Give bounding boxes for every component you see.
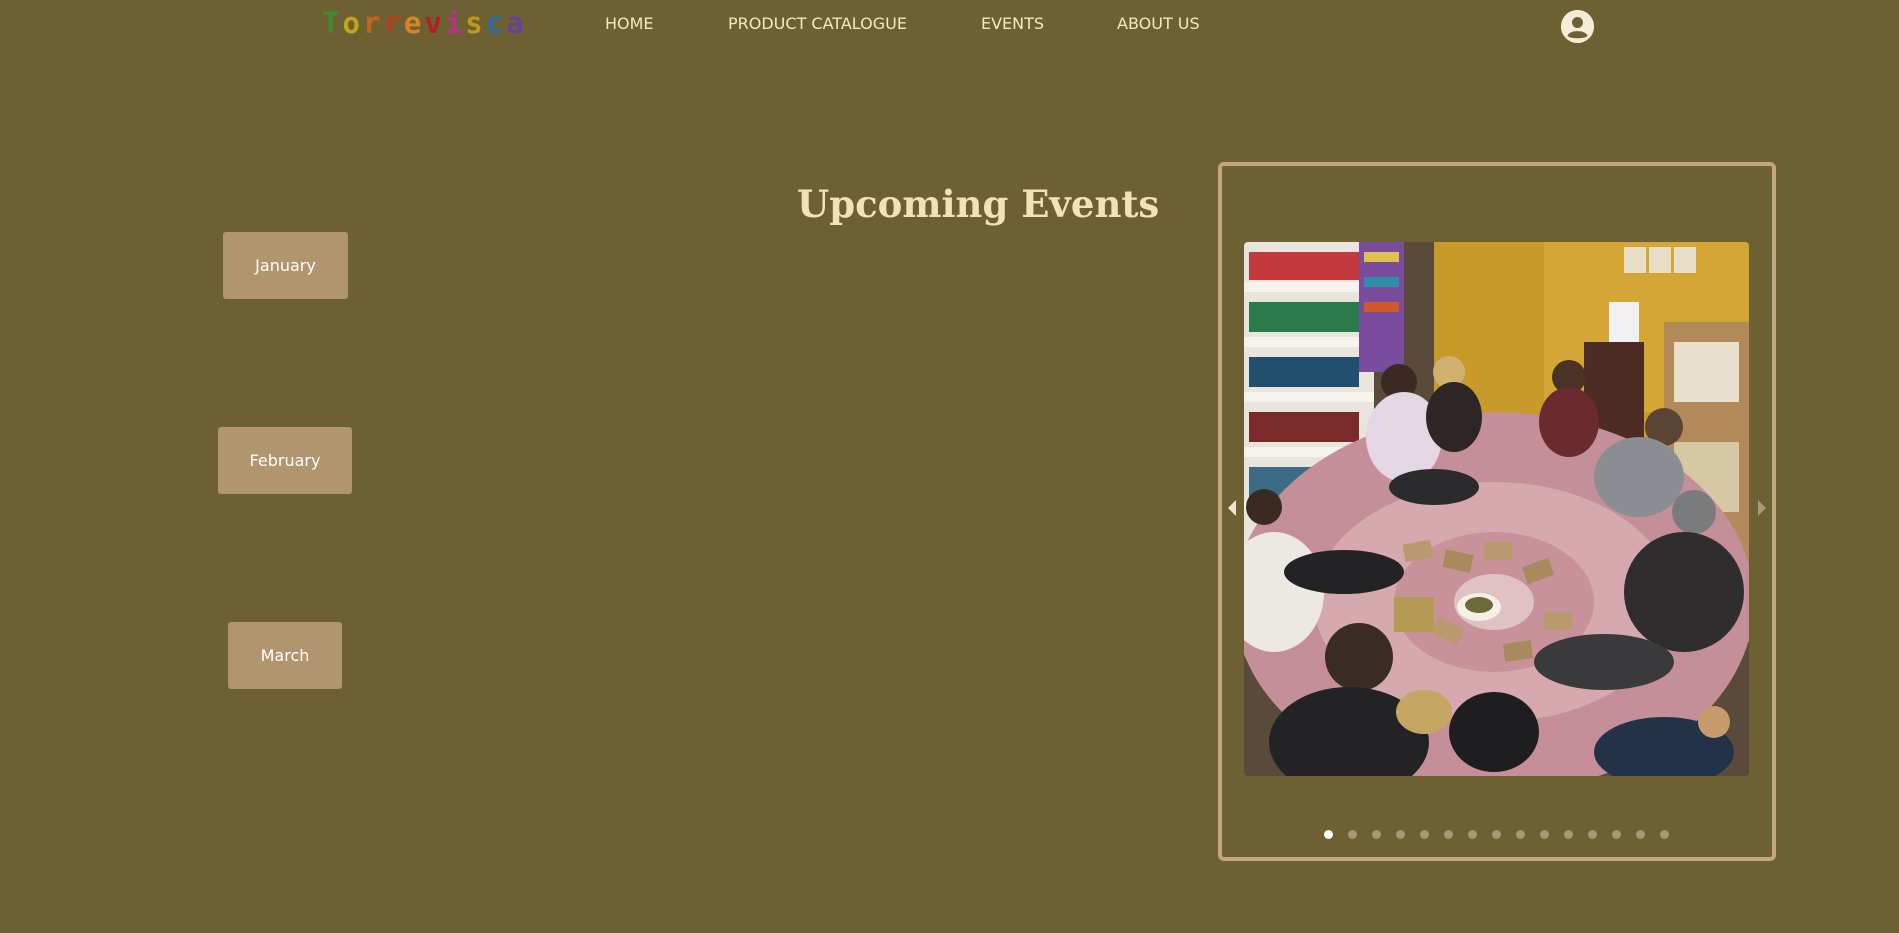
logo-letter: e — [403, 6, 425, 40]
pagination-dot[interactable] — [1396, 830, 1405, 839]
pagination-dot[interactable] — [1492, 830, 1501, 839]
page-title: Upcoming Events — [797, 182, 1160, 226]
logo-letter: c — [485, 6, 507, 40]
pagination-dot[interactable] — [1564, 830, 1573, 839]
pagination-dot[interactable] — [1636, 830, 1645, 839]
logo-letter: o — [342, 6, 363, 40]
right-arrow-icon — [1758, 500, 1766, 516]
pagination-dot[interactable] — [1612, 830, 1621, 839]
pagination-dot[interactable] — [1444, 830, 1453, 839]
logo-letter: T — [322, 6, 343, 40]
pagination-dot[interactable] — [1420, 830, 1429, 839]
march-button[interactable]: March — [228, 622, 342, 689]
logo-letter: i — [444, 6, 466, 40]
pagination-dot[interactable] — [1588, 830, 1597, 839]
user-account-icon — [1561, 10, 1594, 43]
logo-letter: r — [362, 6, 384, 40]
event-slideshow — [1218, 162, 1776, 861]
february-button[interactable]: February — [218, 427, 352, 494]
torrevisca-logo[interactable]: Torrevisca — [322, 6, 527, 40]
logo-letter: a — [506, 6, 527, 40]
pagination-dot[interactable] — [1324, 830, 1333, 839]
pagination-dot[interactable] — [1372, 830, 1381, 839]
january-button[interactable]: January — [223, 232, 348, 299]
logo-letter: v — [424, 6, 445, 40]
account-button[interactable] — [1561, 10, 1594, 43]
pagination-dot[interactable] — [1540, 830, 1549, 839]
logo-letter: s — [465, 6, 486, 40]
nav-events[interactable]: EVENTS — [981, 14, 1044, 33]
slide-image[interactable] — [1244, 242, 1749, 776]
nav-about-us[interactable]: ABOUT US — [1117, 14, 1200, 33]
photo-of-people-sitting-on-rug-reading-cards — [1244, 242, 1749, 776]
next-slide-button[interactable] — [1754, 496, 1768, 520]
prev-slide-button[interactable] — [1226, 496, 1240, 520]
logo-letter: r — [383, 6, 404, 40]
pagination-dot[interactable] — [1348, 830, 1357, 839]
pagination-dot[interactable] — [1660, 830, 1669, 839]
left-arrow-icon — [1228, 500, 1236, 516]
pagination-dot[interactable] — [1516, 830, 1525, 839]
nav-home[interactable]: HOME — [605, 14, 654, 33]
pagination-dot[interactable] — [1468, 830, 1477, 839]
nav-product-catalogue[interactable]: PRODUCT CATALOGUE — [728, 14, 907, 33]
